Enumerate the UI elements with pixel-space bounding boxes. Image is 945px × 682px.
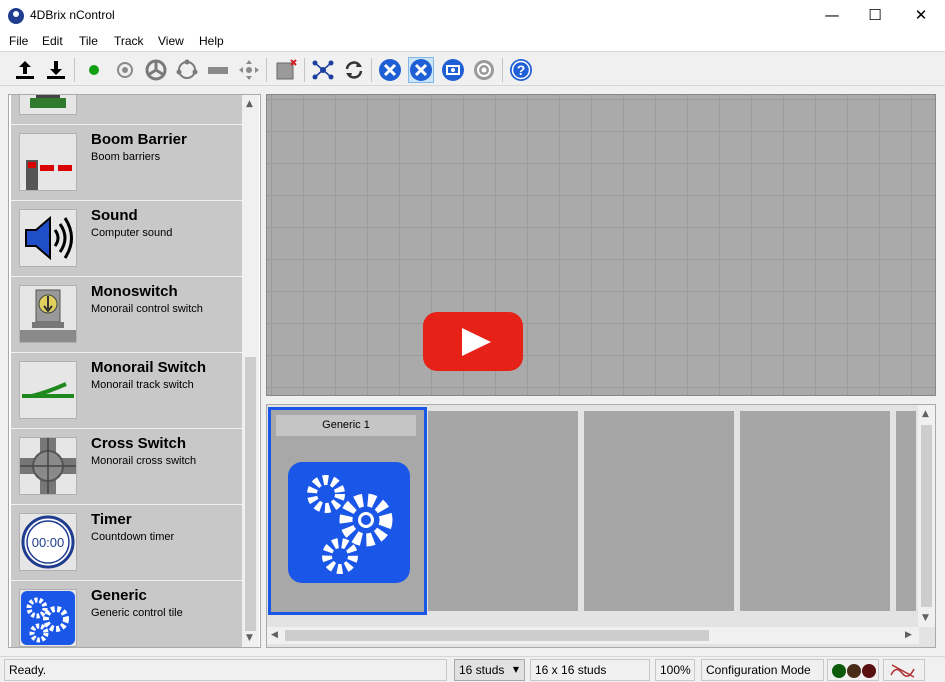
mode-indicator: Configuration Mode — [701, 659, 824, 681]
tile-description: Generic control tile — [91, 607, 183, 619]
tile-card-empty[interactable] — [428, 411, 578, 611]
tile-item-cross-switch[interactable]: Cross Switch Monorail cross switch — [11, 429, 242, 505]
scrollbar-thumb[interactable] — [285, 630, 709, 641]
tile-item-monoswitch[interactable]: Monoswitch Monorail control switch — [11, 277, 242, 353]
menu-edit[interactable]: Edit — [42, 34, 63, 48]
tile-item-timer[interactable]: 00:00 Timer Countdown timer — [11, 505, 242, 581]
menu-bar: File Edit Tile Track View Help — [0, 31, 945, 52]
led-green — [832, 664, 846, 678]
tiles-panel: Generic 1 ▲ ▼ ◀ ▶ — [266, 404, 936, 648]
network-icon[interactable] — [310, 57, 336, 83]
menu-help[interactable]: Help — [199, 34, 224, 48]
tile-card-empty[interactable] — [740, 411, 890, 611]
tile-name: Sound — [91, 207, 138, 224]
generic-gears-icon — [288, 462, 410, 583]
tile-card-empty[interactable] — [896, 411, 916, 611]
close-button[interactable]: ✕ — [898, 0, 944, 31]
upload-icon[interactable] — [12, 57, 38, 83]
move-icon[interactable] — [236, 57, 262, 83]
minimize-button[interactable]: — — [809, 0, 855, 31]
scrollbar-thumb[interactable] — [245, 357, 256, 631]
stud-size-value: 16 studs — [459, 663, 505, 677]
tile-description: Countdown timer — [91, 531, 175, 543]
catalog-vertical-scrollbar[interactable]: ▲ ▼ — [242, 95, 259, 647]
status-bar: Ready. 16 studs ▼ 16 x 16 studs 100% Con… — [0, 656, 945, 682]
tile-item-sound[interactable]: Sound Computer sound — [11, 201, 242, 277]
target-icon[interactable] — [112, 57, 138, 83]
zoom-level: 100% — [655, 659, 695, 681]
tile-catalog-list: Boom Barrier Boom barriers Sound Compute… — [11, 95, 242, 647]
tile-name: Generic — [91, 587, 147, 604]
menu-file[interactable]: File — [9, 34, 28, 48]
delete-tile-icon[interactable] — [273, 57, 299, 83]
bar-icon[interactable] — [205, 57, 231, 83]
toolbar: ? — [0, 52, 945, 86]
layout-grid-canvas[interactable] — [266, 94, 936, 396]
scroll-down-icon[interactable]: ▼ — [922, 613, 929, 623]
svg-text:?: ? — [517, 62, 526, 78]
monorail-switch-icon — [19, 361, 77, 419]
screen-icon[interactable] — [440, 57, 466, 83]
tile-item-boom-barrier[interactable]: Boom Barrier Boom barriers — [11, 125, 242, 201]
status-text: Ready. — [4, 659, 447, 681]
menu-view[interactable]: View — [158, 34, 184, 48]
tile-catalog-panel: Boom Barrier Boom barriers Sound Compute… — [8, 94, 261, 648]
green-dot-icon[interactable] — [81, 57, 107, 83]
grid-size-readout: 16 x 16 studs — [530, 659, 650, 681]
led-amber — [847, 664, 861, 678]
menu-track[interactable]: Track — [114, 34, 144, 48]
tile-card-header: Generic 1 — [276, 415, 416, 436]
title-bar: 4DBrix nControl — ☐ ✕ — [0, 0, 945, 31]
tile-description: Monorail track switch — [91, 379, 194, 391]
tools-icon[interactable] — [377, 57, 403, 83]
signal-partial-icon — [19, 95, 77, 115]
menu-tile[interactable]: Tile — [79, 34, 98, 48]
window-title: 4DBrix nControl — [30, 8, 115, 22]
svg-text:00:00: 00:00 — [32, 535, 65, 550]
scroll-left-icon[interactable]: ◀ — [271, 630, 278, 640]
circle-dots-icon[interactable] — [174, 57, 200, 83]
tile-name: Monorail Switch — [91, 359, 207, 376]
tile-name: Cross Switch — [91, 435, 187, 452]
tiles-vertical-scrollbar[interactable]: ▲ ▼ — [918, 405, 935, 627]
gear-icon[interactable] — [471, 57, 497, 83]
tile-name: Boom Barrier — [91, 131, 187, 148]
speaker-icon — [19, 209, 77, 267]
tile-name: Monoswitch — [91, 283, 178, 300]
tile-description: Computer sound — [91, 227, 173, 239]
signal-off-icon[interactable] — [883, 659, 925, 681]
tile-card-empty[interactable] — [584, 411, 734, 611]
wheel-icon[interactable] — [143, 57, 169, 83]
scroll-up-icon[interactable]: ▲ — [246, 99, 253, 109]
maximize-button[interactable]: ☐ — [852, 0, 898, 31]
tools-active-icon[interactable] — [408, 57, 434, 83]
stud-size-select[interactable]: 16 studs ▼ — [454, 659, 525, 681]
tile-item-partial[interactable] — [11, 95, 242, 125]
led-red — [862, 664, 876, 678]
tile-item-monorail-switch[interactable]: Monorail Switch Monorail track switch — [11, 353, 242, 429]
connection-leds — [827, 659, 879, 681]
tile-item-generic[interactable]: Generic Generic control tile — [11, 581, 242, 647]
scroll-right-icon[interactable]: ▶ — [905, 630, 912, 640]
chevron-down-icon: ▼ — [512, 665, 519, 674]
tile-name: Timer — [91, 511, 132, 528]
tile-description: Monorail cross switch — [91, 455, 197, 467]
app-logo-icon — [8, 8, 24, 24]
tile-description: Monorail control switch — [91, 303, 203, 315]
video-play-icon[interactable] — [423, 312, 523, 371]
timer-icon: 00:00 — [19, 513, 77, 571]
cross-switch-icon — [19, 437, 77, 495]
scroll-down-icon[interactable]: ▼ — [246, 633, 253, 643]
boom-barrier-icon — [19, 133, 77, 191]
tiles-horizontal-scrollbar[interactable]: ◀ ▶ — [267, 627, 919, 644]
tile-description: Boom barriers — [91, 151, 161, 163]
refresh-icon[interactable] — [341, 57, 367, 83]
scroll-up-icon[interactable]: ▲ — [922, 409, 929, 419]
download-icon[interactable] — [43, 57, 69, 83]
monoswitch-icon — [19, 285, 77, 343]
scrollbar-thumb[interactable] — [921, 425, 932, 607]
tile-card-generic-1[interactable]: Generic 1 — [268, 407, 427, 615]
generic-gears-icon — [19, 589, 77, 647]
help-icon[interactable]: ? — [508, 57, 534, 83]
